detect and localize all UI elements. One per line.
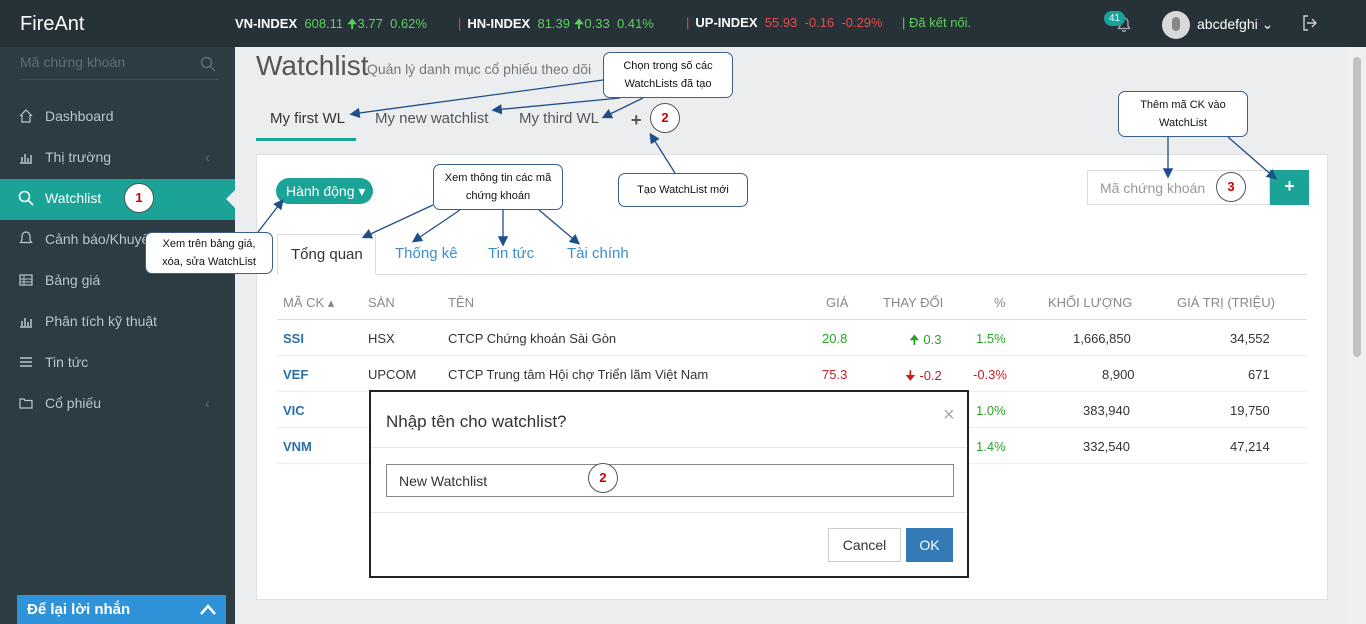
divider bbox=[371, 512, 967, 513]
ok-button[interactable]: OK bbox=[906, 528, 953, 562]
close-icon[interactable]: × bbox=[943, 404, 955, 427]
callout-view-board: Xem trên bảng giá, xóa, sửa WatchList bbox=[145, 232, 273, 274]
watchlist-name-input[interactable]: New Watchlist bbox=[386, 464, 954, 497]
step-marker: 2 bbox=[588, 463, 618, 493]
divider bbox=[371, 447, 967, 448]
callout-choose-watchlist: Chọn trong số các WatchLists đã tạo bbox=[603, 52, 733, 98]
step-marker: 2 bbox=[650, 103, 680, 133]
dialog-title: Nhập tên cho watchlist? bbox=[386, 412, 567, 431]
scrollbar-thumb[interactable] bbox=[1353, 57, 1361, 357]
callout-stock-info: Xem thông tin các mã chứng khoán bbox=[433, 164, 563, 210]
callout-new-watchlist: Tạo WatchList mới bbox=[618, 173, 748, 207]
new-watchlist-dialog: Nhập tên cho watchlist? × New Watchlist … bbox=[369, 390, 969, 578]
step-marker: 3 bbox=[1216, 172, 1246, 202]
cancel-button[interactable]: Cancel bbox=[828, 528, 901, 562]
callout-add-code: Thêm mã CK vào WatchList bbox=[1118, 91, 1248, 137]
page-scrollbar[interactable] bbox=[1348, 47, 1366, 624]
step-marker: 1 bbox=[124, 183, 154, 213]
